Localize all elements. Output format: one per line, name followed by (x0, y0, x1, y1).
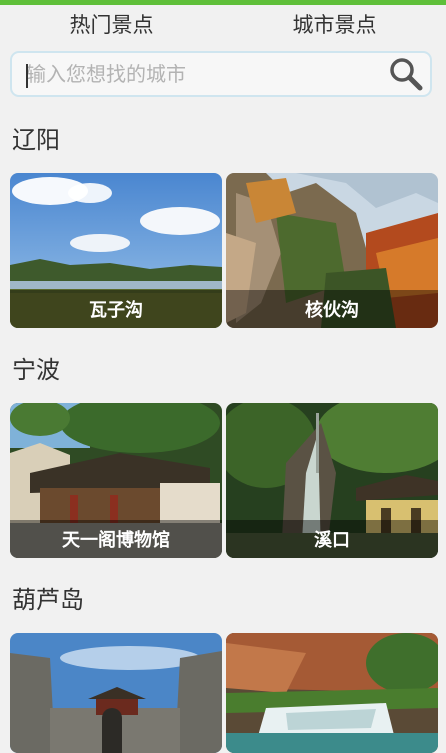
tab-bar: 热门景点 城市景点 (0, 5, 446, 43)
spot-card-xikou[interactable]: 溪口 (226, 403, 438, 558)
spot-photo (226, 633, 438, 753)
spot-card-heihuogou[interactable]: 核伙沟 (226, 173, 438, 328)
city-heading-liaoyang: 辽阳 (12, 126, 60, 154)
search-bar (10, 51, 432, 97)
spot-photo (10, 633, 222, 753)
tab-hot-spots[interactable]: 热门景点 (0, 5, 223, 43)
spot-name: 天一阁博物馆 (10, 520, 222, 558)
city-heading-huludao: 葫芦岛 (12, 586, 84, 614)
tab-city-spots[interactable]: 城市景点 (223, 5, 446, 43)
text-cursor (26, 64, 28, 88)
search-input[interactable] (12, 53, 382, 95)
spot-card-wazigou[interactable]: 瓦子沟 (10, 173, 222, 328)
spot-card-huludao-1[interactable] (10, 633, 222, 753)
spot-card-tianyige-museum[interactable]: 天一阁博物馆 (10, 403, 222, 558)
spot-name: 核伙沟 (226, 290, 438, 328)
search-button[interactable] (382, 53, 430, 95)
spot-name: 溪口 (226, 520, 438, 558)
spot-name: 瓦子沟 (10, 290, 222, 328)
spot-card-huludao-2[interactable] (226, 633, 438, 753)
city-heading-ningbo: 宁波 (12, 356, 60, 384)
search-icon (390, 58, 423, 91)
